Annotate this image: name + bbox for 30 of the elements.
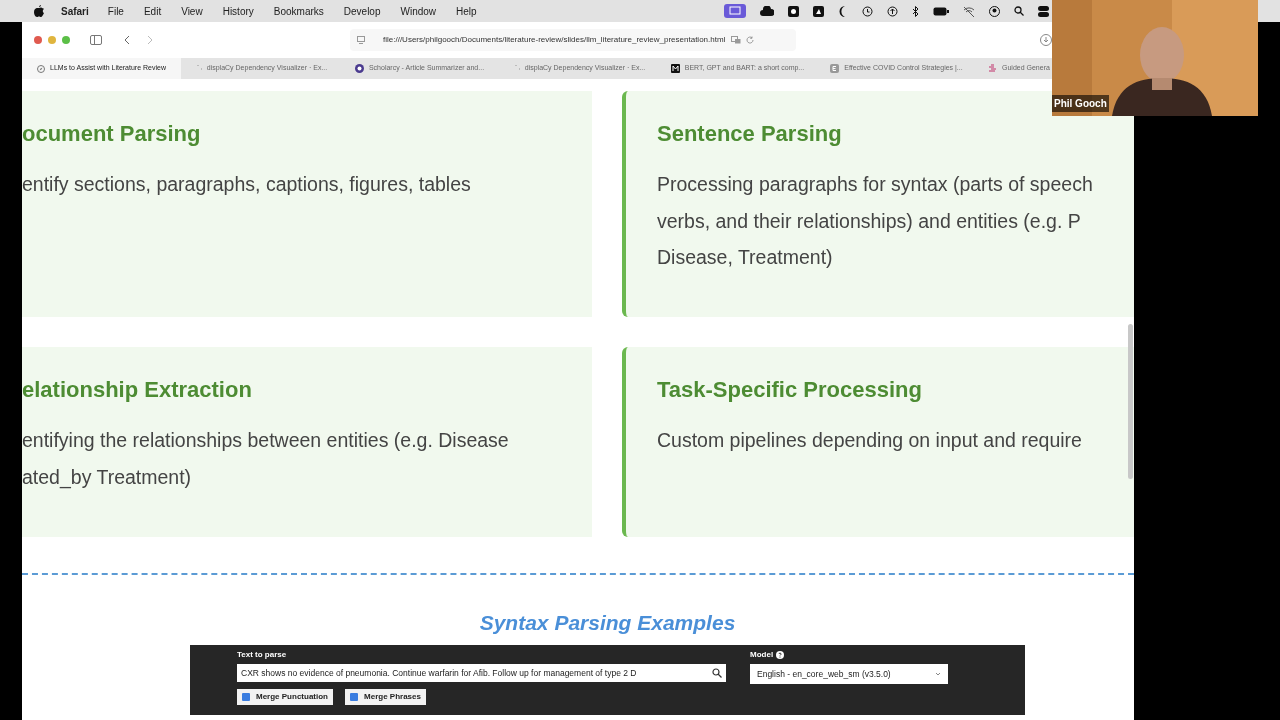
- text-field[interactable]: CXR shows no evidence of pneumonia. Continue warfarin for Afib. Follow up for management of type 2 D: [237, 664, 726, 682]
- card-text: Disease, Treatment): [657, 245, 834, 270]
- menu-item[interactable]: History: [222, 3, 254, 19]
- menu-item[interactable]: Edit: [143, 3, 162, 19]
- menu-item[interactable]: View: [181, 3, 203, 19]
- participant-name: Phil Gooch: [1052, 95, 1109, 112]
- card-title: Task-Specific Processing: [657, 377, 923, 403]
- option-toggle[interactable]: Merge Phrases: [345, 689, 426, 705]
- card-title: Sentence Parsing: [657, 121, 843, 147]
- card-title: elationship Extraction: [22, 377, 253, 403]
- menu-item[interactable]: Bookmarks: [273, 3, 324, 19]
- option-toggle[interactable]: Merge Punctuation: [237, 689, 333, 705]
- card-text: ated_by Treatment): [22, 464, 193, 491]
- model-dropdown[interactable]: English - en_core_web_sm (v3.5.0): [750, 664, 948, 684]
- menu-item[interactable]: Help: [456, 3, 477, 19]
- card-text: Custom pipelines depending on input and require: [657, 428, 1083, 453]
- card-text: entify sections, paragraphs, captions, figures, tables: [22, 172, 472, 197]
- menu-item[interactable]: File: [107, 3, 124, 19]
- menu-item[interactable]: Develop: [343, 3, 381, 19]
- url-text: file:///Users/philgooch/Documents/literature-review/slides/llm_literature_review_presentation.html: [383, 34, 726, 46]
- section-title: Syntax Parsing Examples: [479, 612, 736, 633]
- menu-item[interactable]: Window: [400, 3, 437, 19]
- app-menu[interactable]: Safari: [61, 3, 89, 19]
- card-title: ocument Parsing: [22, 121, 202, 147]
- card-text: verbs, and their relationships) and entities (e.g. P: [657, 208, 1082, 234]
- field-label: Text to parse: [237, 649, 288, 661]
- card-text: Processing paragraphs for syntax (parts of speech: [657, 172, 1094, 197]
- field-label: Model: [750, 649, 774, 661]
- address-bar[interactable]: file:///Users/philgooch/Documents/literature-review/slides/llm_literature_review_presentation.html: [350, 29, 796, 51]
- card-text: entifying the relationships between entities (e.g. Disease: [22, 428, 510, 453]
